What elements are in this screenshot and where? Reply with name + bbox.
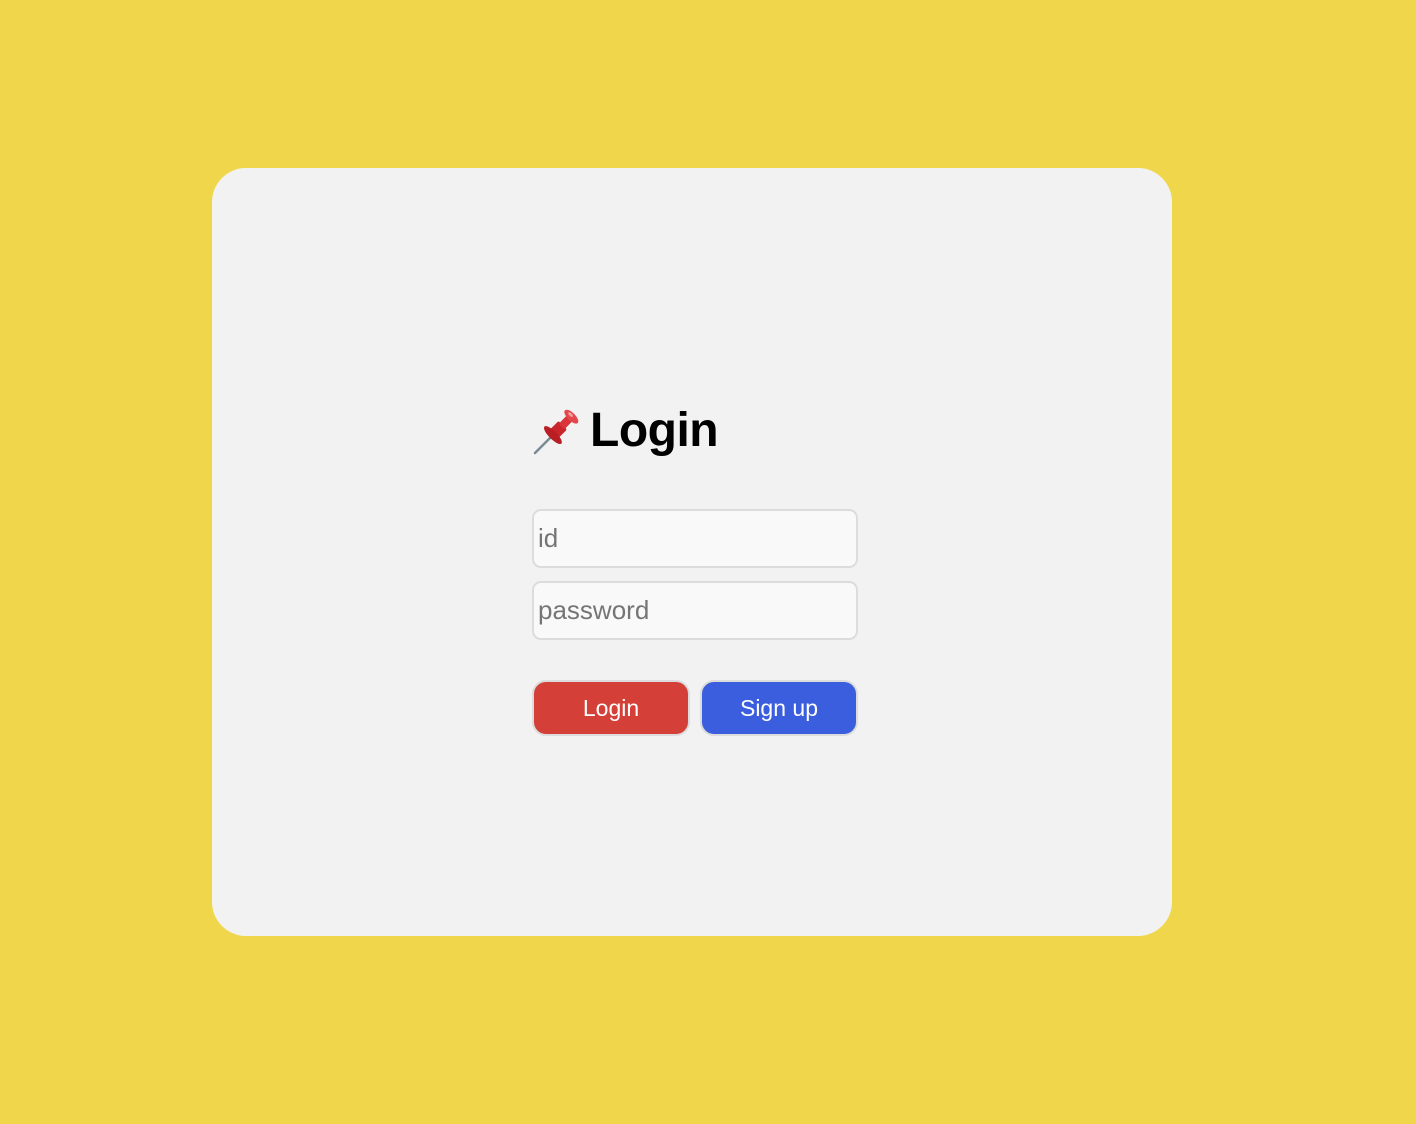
login-card: Login Login Sign up — [212, 168, 1172, 936]
id-input[interactable] — [532, 509, 858, 568]
login-button[interactable]: Login — [532, 680, 690, 736]
login-form: Login Login Sign up — [532, 404, 858, 736]
button-row: Login Sign up — [532, 680, 858, 736]
title-row: Login — [532, 404, 858, 458]
page-title: Login — [590, 404, 719, 457]
signup-button[interactable]: Sign up — [700, 680, 858, 736]
password-input[interactable] — [532, 581, 858, 640]
pushpin-icon — [532, 406, 582, 456]
